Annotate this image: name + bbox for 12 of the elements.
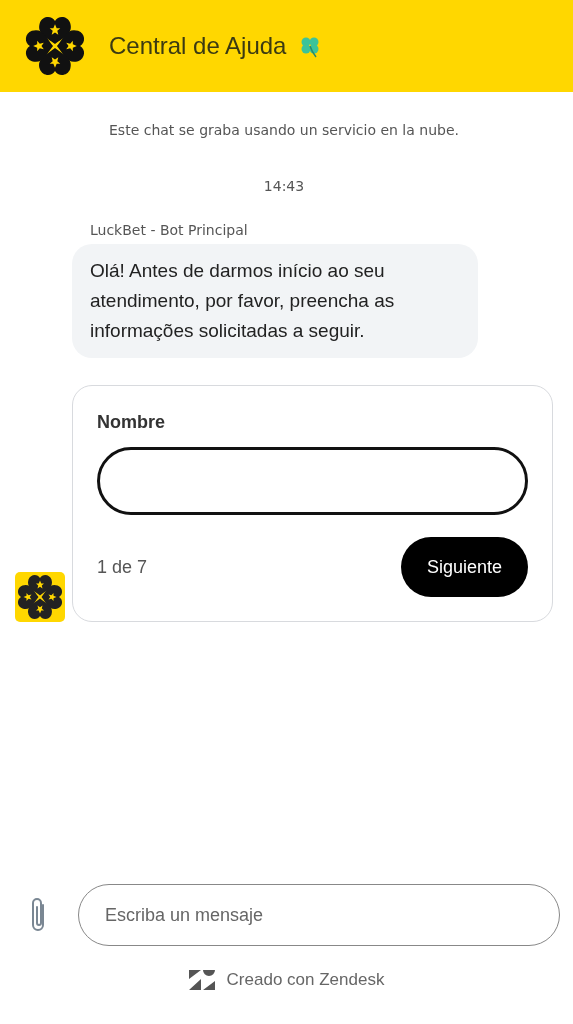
- step-counter: 1 de 7: [97, 556, 148, 578]
- next-button[interactable]: Siguiente: [400, 537, 528, 597]
- header-title: Central de Ajuda: [109, 32, 287, 60]
- timestamp: 14:43: [262, 178, 306, 194]
- zendesk-logo-icon: [188, 970, 215, 990]
- field-label: Nombre: [97, 412, 166, 433]
- message-input-field[interactable]: Escriba un mensaje: [78, 884, 560, 946]
- powered-by-text[interactable]: Creado con Zendesk: [226, 970, 385, 990]
- bot-avatar-icon: [15, 572, 65, 622]
- message-bubble: Olá! Antes de darmos início ao seu atendimento, por favor, preencha as informações solicitadas a seguir.: [72, 244, 478, 358]
- recording-notice: Este chat se graba usando un servicio en la nube.: [108, 122, 460, 138]
- sender-name: LuckBet - Bot Principal: [90, 222, 249, 238]
